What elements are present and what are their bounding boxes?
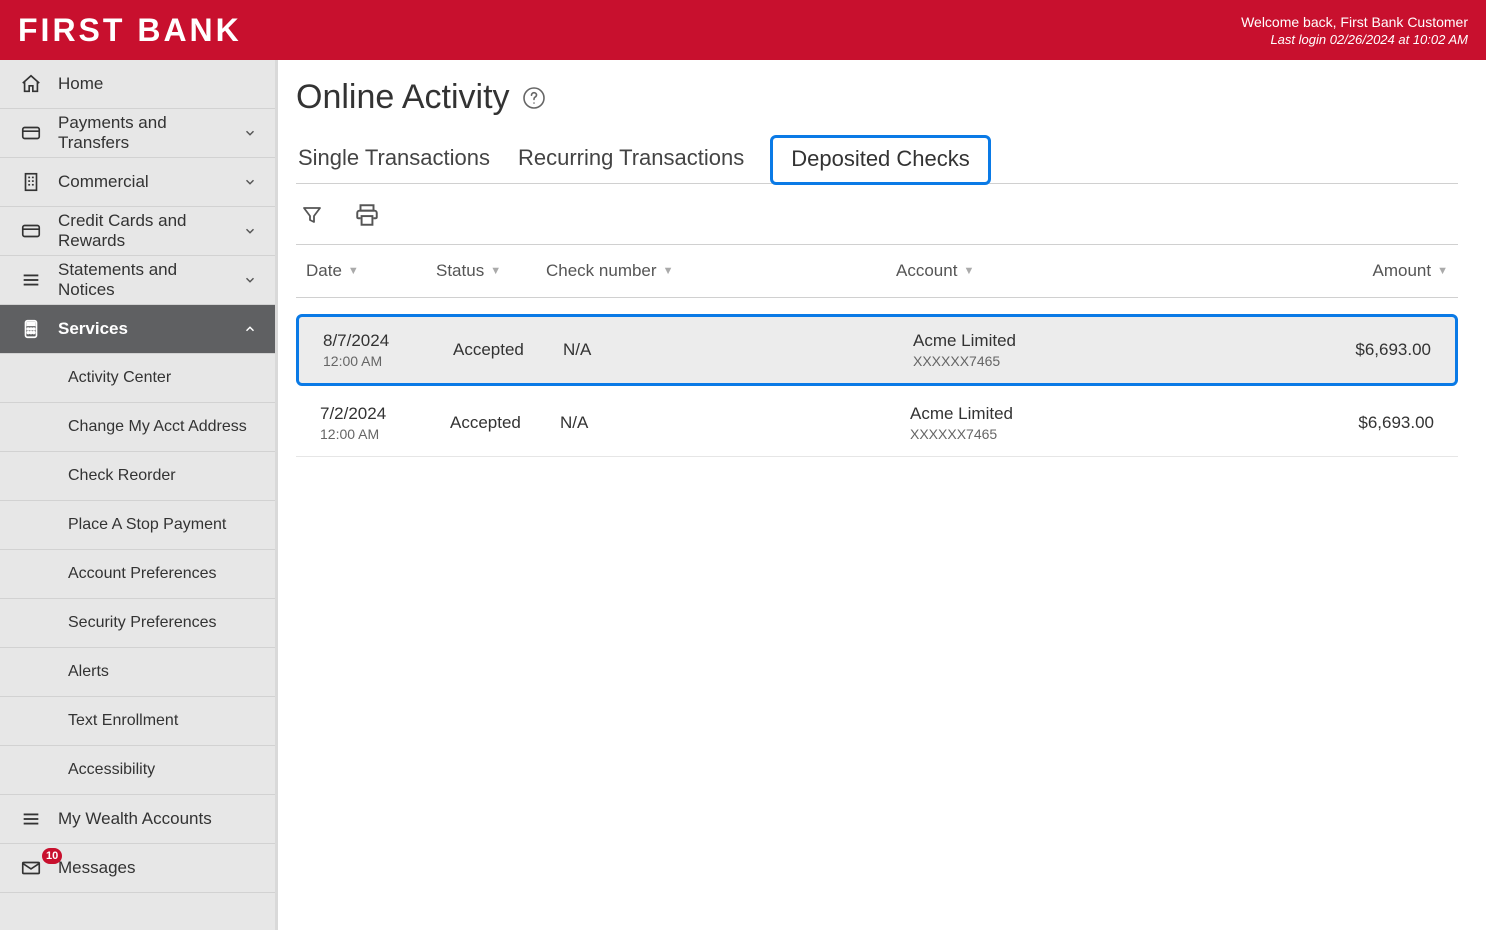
tab-recurring[interactable]: Recurring Transactions bbox=[516, 135, 746, 183]
table-row[interactable]: 7/2/202412:00 AMAcceptedN/AAcme LimitedX… bbox=[296, 390, 1458, 457]
sort-icon: ▼ bbox=[1437, 265, 1448, 277]
sidebar-item-statements[interactable]: Statements and Notices bbox=[0, 256, 275, 305]
last-login-text: Last login 02/26/2024 at 10:02 AM bbox=[1241, 32, 1468, 47]
sidebar-subitem-alerts[interactable]: Alerts bbox=[0, 648, 275, 697]
sidebar-subitem-label: Change My Acct Address bbox=[68, 418, 247, 436]
sidebar-subitem-label: Security Preferences bbox=[68, 614, 217, 632]
sidebar-item-commercial[interactable]: Commercial bbox=[0, 158, 275, 207]
sidebar-subitem-label: Account Preferences bbox=[68, 565, 217, 583]
lines-icon bbox=[18, 808, 44, 830]
sort-icon: ▼ bbox=[663, 265, 674, 277]
table-body: 8/7/202412:00 AMAcceptedN/AAcme LimitedX… bbox=[296, 314, 1458, 457]
sidebar-item-label: Commercial bbox=[58, 172, 229, 192]
sidebar-subitem-acct-pref[interactable]: Account Preferences bbox=[0, 550, 275, 599]
column-header-status[interactable]: Status▼ bbox=[436, 261, 546, 281]
tabs-bar: Single Transactions Recurring Transaction… bbox=[296, 135, 1458, 184]
sidebar-item-label: Services bbox=[58, 319, 229, 339]
sidebar-subitem-label: Place A Stop Payment bbox=[68, 516, 226, 534]
page-title-row: Online Activity bbox=[296, 78, 1458, 117]
table-toolbar bbox=[296, 184, 1458, 245]
sidebar-subitem-stop-payment[interactable]: Place A Stop Payment bbox=[0, 501, 275, 550]
filter-icon[interactable] bbox=[300, 202, 324, 228]
lines-icon bbox=[18, 269, 44, 291]
table-row[interactable]: 8/7/202412:00 AMAcceptedN/AAcme LimitedX… bbox=[296, 314, 1458, 386]
sidebar-subitem-label: Activity Center bbox=[68, 369, 171, 387]
sidebar-item-messages[interactable]: Messages10 bbox=[0, 844, 275, 893]
cell-status: Accepted bbox=[450, 413, 560, 433]
sidebar-item-label: Messages bbox=[58, 858, 257, 878]
sidebar-item-payments[interactable]: Payments and Transfers bbox=[0, 109, 275, 158]
column-header-date[interactable]: Date▼ bbox=[306, 261, 436, 281]
cell-account: Acme LimitedXXXXXX7465 bbox=[913, 331, 1301, 369]
sidebar-item-label: Statements and Notices bbox=[58, 260, 229, 300]
sort-icon: ▼ bbox=[963, 265, 974, 277]
cell-check-number: N/A bbox=[563, 340, 913, 360]
column-header-amount[interactable]: Amount▼ bbox=[1318, 261, 1448, 281]
tab-single[interactable]: Single Transactions bbox=[296, 135, 492, 183]
sidebar-subitem-label: Accessibility bbox=[68, 761, 155, 779]
sidebar-subitem-change-address[interactable]: Change My Acct Address bbox=[0, 403, 275, 452]
cell-status: Accepted bbox=[453, 340, 563, 360]
chevron-down-icon bbox=[243, 273, 257, 287]
card-icon bbox=[18, 220, 44, 242]
cell-date: 7/2/202412:00 AM bbox=[320, 404, 450, 442]
help-icon[interactable] bbox=[522, 86, 546, 110]
sidebar-item-label: Credit Cards and Rewards bbox=[58, 211, 229, 251]
table-header-row: Date▼ Status▼ Check number▼ Account▼ Amo… bbox=[296, 245, 1458, 298]
sidebar-item-label: Home bbox=[58, 74, 257, 94]
sidebar-subitem-text-enroll[interactable]: Text Enrollment bbox=[0, 697, 275, 746]
sort-icon: ▼ bbox=[348, 265, 359, 277]
building-icon bbox=[18, 171, 44, 193]
sidebar-item-home[interactable]: Home bbox=[0, 60, 275, 109]
cell-check-number: N/A bbox=[560, 413, 910, 433]
sidebar-item-label: Payments and Transfers bbox=[58, 113, 229, 153]
brand-logo[interactable]: FIRST BANK bbox=[18, 12, 242, 49]
main-content: Online Activity Single Transactions Recur… bbox=[278, 60, 1486, 930]
welcome-block: Welcome back, First Bank Customer Last l… bbox=[1241, 14, 1468, 47]
sidebar-item-services[interactable]: Services bbox=[0, 305, 275, 354]
sidebar-subitem-label: Text Enrollment bbox=[68, 712, 178, 730]
page-title: Online Activity bbox=[296, 78, 510, 117]
column-header-check[interactable]: Check number▼ bbox=[546, 261, 896, 281]
calculator-icon bbox=[18, 318, 44, 340]
sidebar-subitem-label: Check Reorder bbox=[68, 467, 176, 485]
cell-date: 8/7/202412:00 AM bbox=[323, 331, 453, 369]
sidebar-subitem-label: Alerts bbox=[68, 663, 109, 681]
cell-amount: $6,693.00 bbox=[1301, 340, 1431, 360]
card-icon bbox=[18, 122, 44, 144]
sidebar: Home Payments and Transfers Commercial Cred… bbox=[0, 60, 278, 930]
sidebar-subitem-security-pref[interactable]: Security Preferences bbox=[0, 599, 275, 648]
column-header-account[interactable]: Account▼ bbox=[896, 261, 1318, 281]
print-icon[interactable] bbox=[354, 202, 380, 228]
chevron-down-icon bbox=[243, 126, 257, 140]
messages-badge: 10 bbox=[42, 848, 62, 864]
envelope-icon bbox=[18, 857, 44, 879]
cell-account: Acme LimitedXXXXXX7465 bbox=[910, 404, 1304, 442]
sort-icon: ▼ bbox=[490, 265, 501, 277]
sidebar-item-wealth[interactable]: My Wealth Accounts bbox=[0, 795, 275, 844]
welcome-text: Welcome back, First Bank Customer bbox=[1241, 14, 1468, 30]
sidebar-subitem-check-reorder[interactable]: Check Reorder bbox=[0, 452, 275, 501]
sidebar-item-credit[interactable]: Credit Cards and Rewards bbox=[0, 207, 275, 256]
chevron-down-icon bbox=[243, 175, 257, 189]
header-bar: FIRST BANK Welcome back, First Bank Cust… bbox=[0, 0, 1486, 60]
sidebar-item-label: My Wealth Accounts bbox=[58, 809, 257, 829]
cell-amount: $6,693.00 bbox=[1304, 413, 1434, 433]
home-icon bbox=[18, 73, 44, 95]
chevron-up-icon bbox=[243, 322, 257, 336]
sidebar-subitem-activity-center[interactable]: Activity Center bbox=[0, 354, 275, 403]
tab-deposited[interactable]: Deposited Checks bbox=[770, 135, 991, 185]
sidebar-subitem-accessibility[interactable]: Accessibility bbox=[0, 746, 275, 795]
chevron-down-icon bbox=[243, 224, 257, 238]
